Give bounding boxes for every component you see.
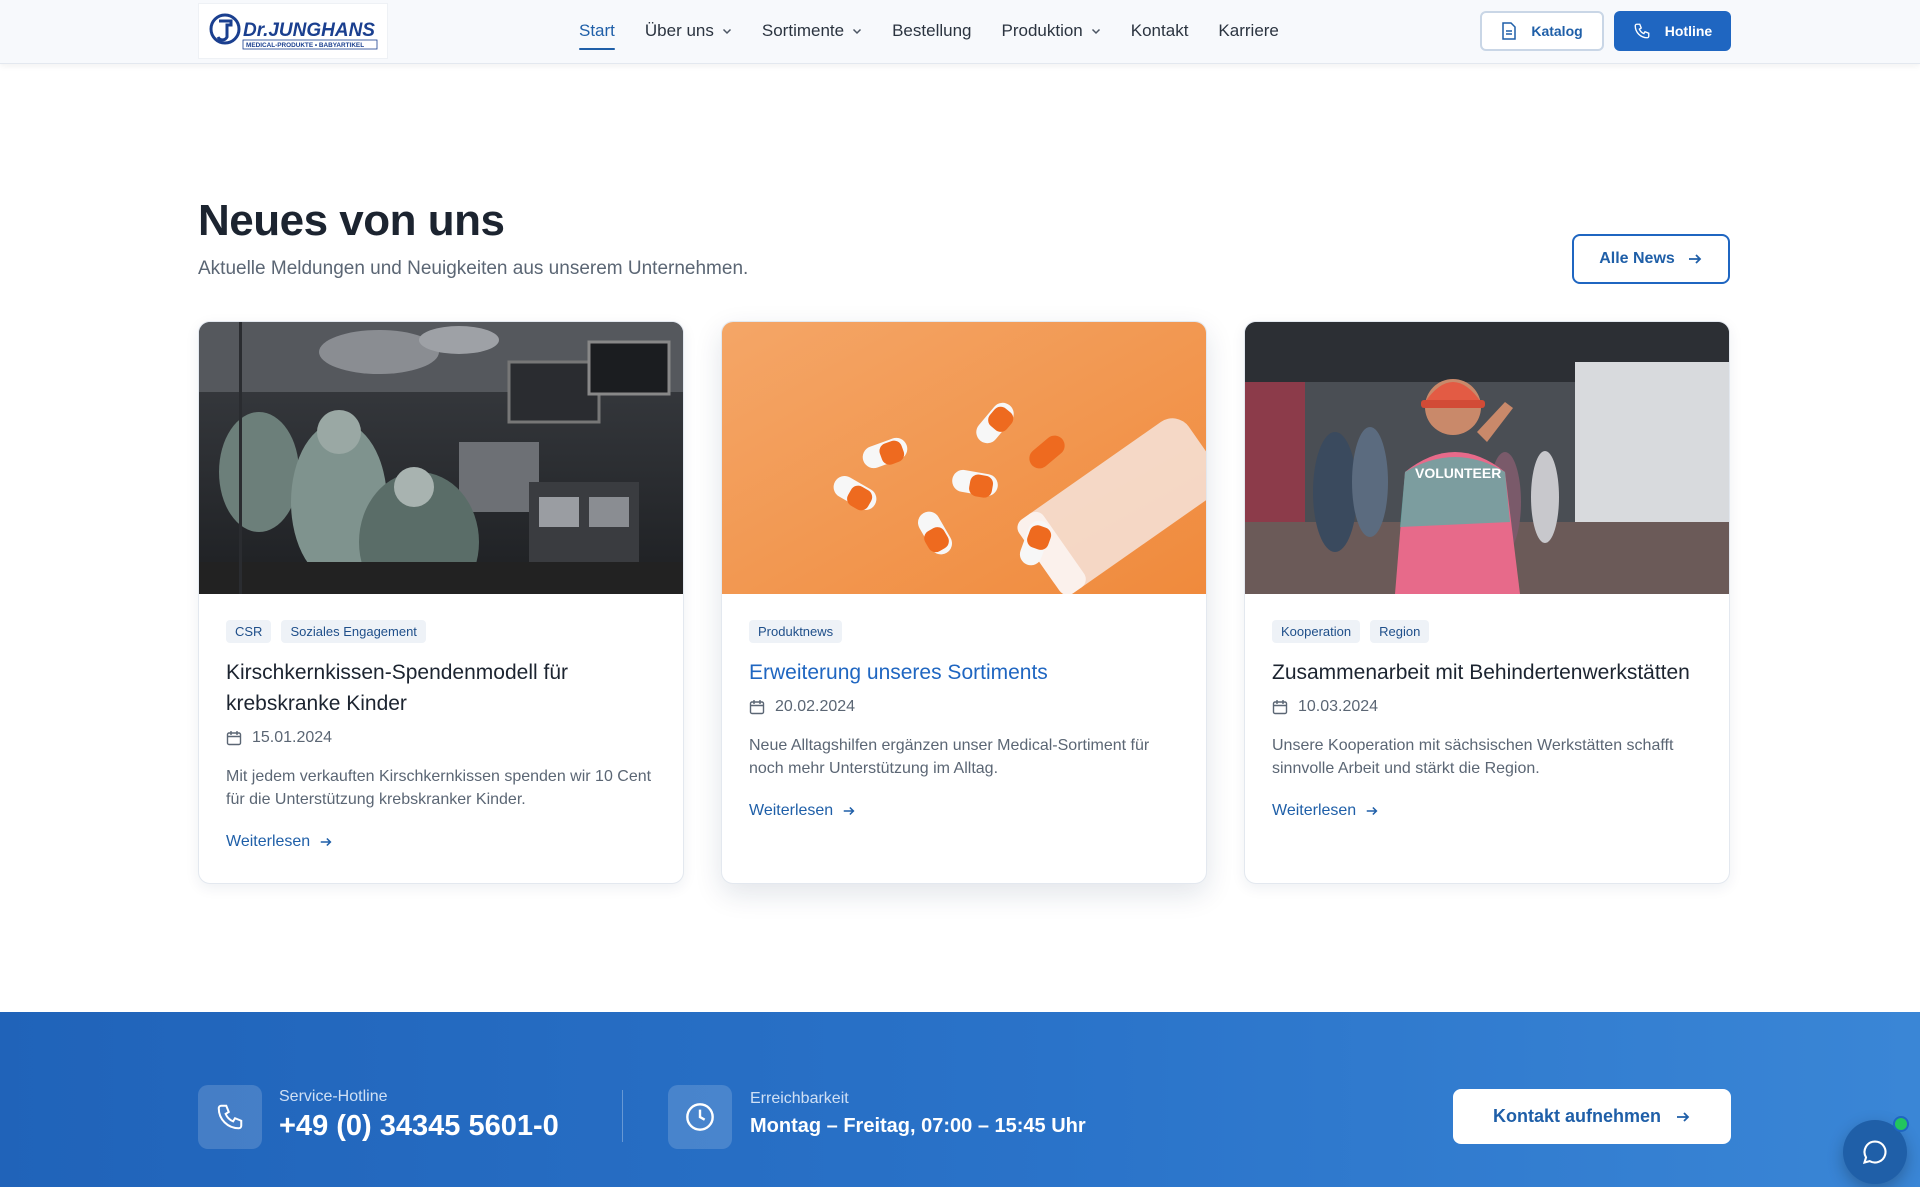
news-image-operating-room[interactable] <box>199 322 683 594</box>
nav-item-start[interactable]: Start <box>579 0 615 62</box>
section-subtitle: Aktuelle Meldungen und Neuigkeiten aus u… <box>198 258 749 279</box>
read-more-link[interactable]: Weiterlesen <box>1272 802 1379 820</box>
tag-produktnews[interactable]: Produktnews <box>749 620 843 643</box>
news-card[interactable]: Produktnews Erweiterung unseres Sortimen… <box>721 321 1207 884</box>
contact-button[interactable]: Kontakt aufnehmen <box>1453 1089 1731 1144</box>
nav-label: Start <box>579 21 615 40</box>
nav-label: Bestellung <box>892 21 972 40</box>
arrow-right-icon <box>320 837 332 847</box>
contact-button-label: Kontakt aufnehmen <box>1492 1106 1661 1126</box>
read-more-label: Weiterlesen <box>749 802 834 819</box>
company-logo[interactable]: Dr.JUNGHANS MEDICAL-PRODUKTE • BABYARTIK… <box>198 3 388 59</box>
clock-icon <box>686 1103 714 1131</box>
arrow-right-icon <box>1688 254 1702 264</box>
calendar-icon <box>749 700 765 715</box>
read-more-link[interactable]: Weiterlesen <box>749 802 856 820</box>
document-icon <box>1502 22 1517 40</box>
news-excerpt: Mit jedem verkauften Kirschkernkissen sp… <box>226 768 652 808</box>
phone-icon-box <box>198 1085 262 1149</box>
operating-room-photo <box>199 322 683 594</box>
tag-soziales-engagement[interactable]: Soziales Engagement <box>281 620 426 643</box>
news-title[interactable]: Kirschkernkissen-Spendenmodell für krebs… <box>226 657 656 719</box>
news-title[interactable]: Erweiterung unseres Sortiments <box>749 657 1179 688</box>
read-more-link[interactable]: Weiterlesen <box>226 833 333 851</box>
read-more-label: Weiterlesen <box>1272 802 1357 819</box>
news-date: 10.03.2024 <box>1298 698 1379 715</box>
catalog-label: Katalog <box>1531 23 1583 39</box>
chevron-down-icon <box>1091 28 1100 35</box>
nav-label: Karriere <box>1218 21 1279 40</box>
arrow-right-icon <box>843 806 855 816</box>
arrow-right-icon <box>1677 1111 1690 1122</box>
nav-item-sortimente[interactable]: Sortimente <box>762 0 862 62</box>
news-date: 15.01.2024 <box>252 729 333 746</box>
logo-text: Dr.JUNGHANS <box>243 20 375 41</box>
hotline-caption: Service-Hotline <box>279 1088 388 1105</box>
volunteer-photo: VOLUNTEER <box>1245 322 1729 594</box>
nav-item-bestellung[interactable]: Bestellung <box>892 0 971 62</box>
hotline-label: Hotline <box>1664 23 1713 39</box>
news-image-volunteer[interactable]: VOLUNTEER <box>1245 322 1729 594</box>
chevron-down-icon <box>853 28 862 35</box>
news-image-pills[interactable] <box>722 322 1206 594</box>
calendar-icon <box>1272 700 1288 715</box>
nav-label: Kontakt <box>1130 21 1189 40</box>
nav-label: Sortimente <box>761 21 845 40</box>
all-news-label: Alle News <box>1599 250 1675 267</box>
tag-kooperation[interactable]: Kooperation <box>1272 620 1361 643</box>
nav-label: Über uns <box>644 21 714 40</box>
tag-csr[interactable]: CSR <box>226 620 272 643</box>
calendar-icon <box>226 731 242 746</box>
hotline-button[interactable]: Hotline <box>1614 11 1731 51</box>
news-excerpt: Neue Alltagshilfen ergänzen unser Medica… <box>749 737 1150 777</box>
phone-icon <box>217 1104 243 1130</box>
volunteer-shirt-text: VOLUNTEER <box>1415 465 1501 481</box>
nav-item-kontakt[interactable]: Kontakt <box>1131 0 1189 62</box>
hotline-number[interactable]: +49 (0) 34345 5601-0 <box>279 1110 559 1143</box>
arrow-right-icon <box>1366 806 1378 816</box>
tag-region[interactable]: Region <box>1370 620 1430 643</box>
chat-bubble-icon <box>1862 1140 1887 1164</box>
pills-on-orange-photo <box>722 322 1206 594</box>
news-title[interactable]: Zusammenarbeit mit Behindertenwerkstätte… <box>1272 657 1702 688</box>
nav-item-produktion[interactable]: Produktion <box>1001 0 1100 62</box>
section-title: Neues von uns <box>198 196 505 245</box>
news-card[interactable]: CSR Soziales Engagement Kirschkernkissen… <box>198 321 684 884</box>
site-header: Dr.JUNGHANS MEDICAL-PRODUKTE • BABYARTIK… <box>0 0 1920 64</box>
nav-item-ueber-uns[interactable]: Über uns <box>645 0 732 62</box>
nav-label: Produktion <box>1001 21 1083 40</box>
online-status-dot <box>1893 1116 1909 1132</box>
chevron-down-icon <box>722 28 731 35</box>
phone-icon <box>1634 23 1650 39</box>
news-date: 20.02.2024 <box>775 698 856 715</box>
logo-subtitle: MEDICAL-PRODUKTE • BABYARTIKEL <box>246 42 364 49</box>
logo-mark: Dr.JUNGHANS MEDICAL-PRODUKTE • BABYARTIK… <box>209 13 378 50</box>
main-nav: Start Über uns Sortimente Bestellung Pro… <box>579 0 1279 62</box>
catalog-button[interactable]: Katalog <box>1480 11 1604 51</box>
all-news-button[interactable]: Alle News <box>1572 234 1730 284</box>
news-excerpt: Unsere Kooperation mit sächsischen Werks… <box>1272 737 1674 777</box>
nav-item-karriere[interactable]: Karriere <box>1218 0 1278 62</box>
clock-icon-box <box>668 1085 732 1149</box>
band-divider <box>622 1090 623 1142</box>
hours-caption: Erreichbarkeit <box>750 1090 849 1107</box>
read-more-label: Weiterlesen <box>226 833 311 850</box>
news-card[interactable]: VOLUNTEER Kooperation Region Zusammenarb… <box>1244 321 1730 884</box>
hours-value: Montag – Freitag, 07:00 – 15:45 Uhr <box>750 1115 1086 1137</box>
